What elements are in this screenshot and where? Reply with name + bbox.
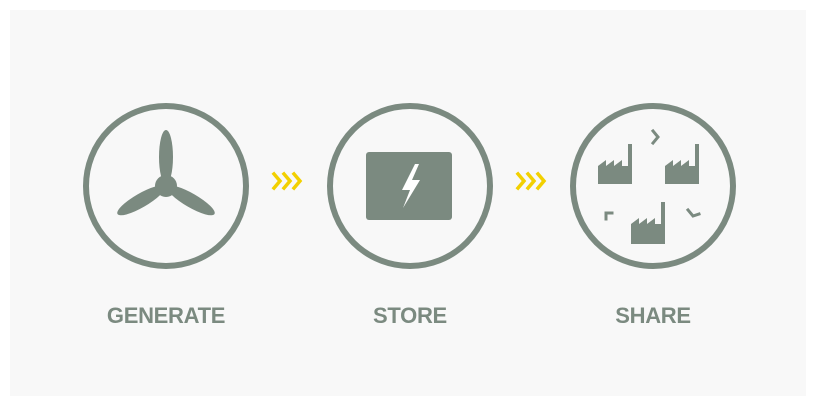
step-label-store: STORE [373,303,447,328]
triple-chevron-right-icon [515,171,547,191]
factories-network-icon [570,103,736,269]
triple-chevron-right-icon [271,171,303,191]
battery-lightning-icon [327,103,493,269]
step-label-share: SHARE [615,303,691,328]
wind-turbine-icon [83,103,249,269]
step-label-generate: GENERATE [106,303,226,328]
